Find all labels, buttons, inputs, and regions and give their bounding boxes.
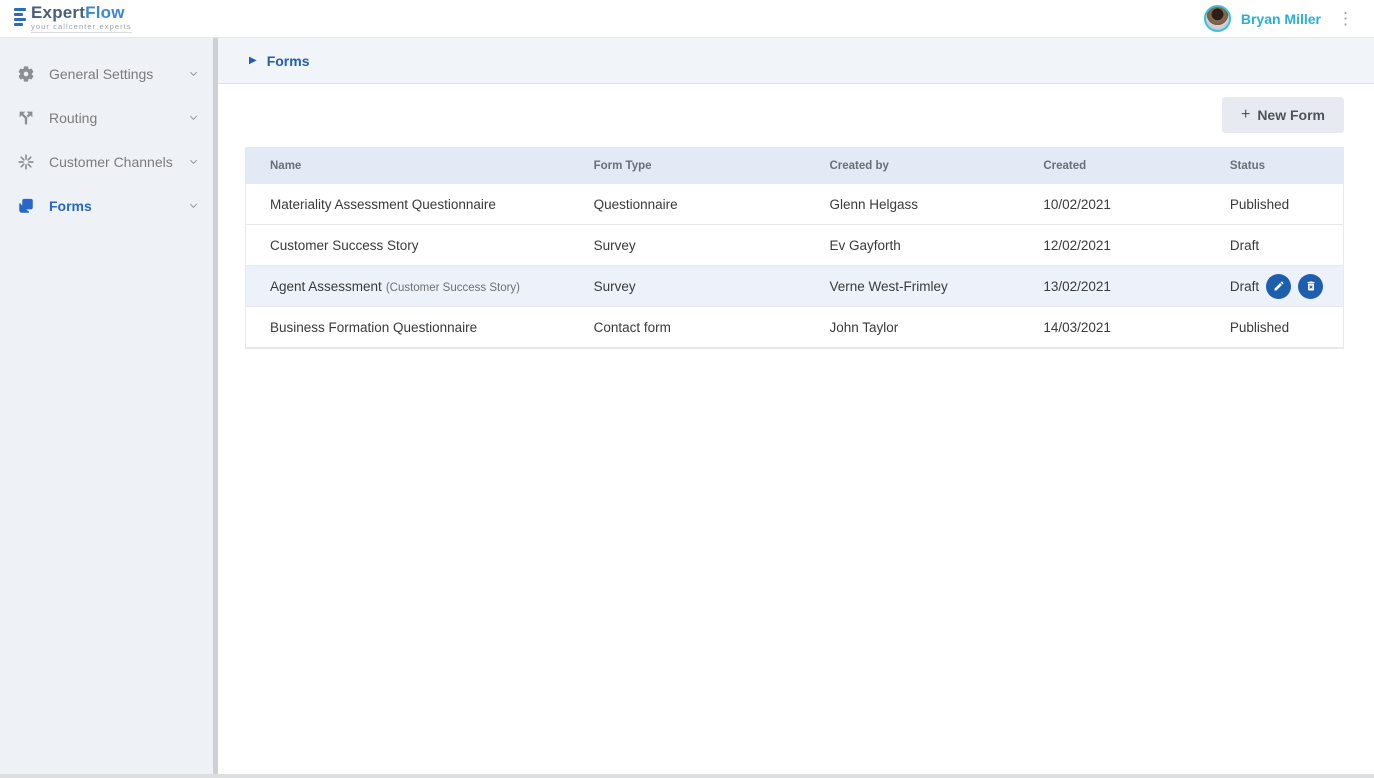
cell-created-by: Verne West-Frimley: [805, 279, 1019, 294]
delete-button[interactable]: [1298, 274, 1323, 299]
chevron-down-icon: [188, 154, 199, 170]
user-area: Bryan Miller ⋮: [1204, 5, 1360, 32]
cell-name: Agent Assessment (Customer Success Story): [246, 279, 570, 294]
avatar[interactable]: [1204, 5, 1231, 32]
column-header-form-type: Form Type: [570, 160, 806, 172]
cell-created: 13/02/2021: [1019, 279, 1205, 294]
table-row[interactable]: Business Formation Questionnaire Contact…: [246, 307, 1343, 348]
horizontal-scrollbar[interactable]: [0, 774, 1374, 778]
status-text: Published: [1230, 197, 1289, 212]
sidebar-item-label: Routing: [49, 110, 188, 126]
sidebar-item-label: Customer Channels: [49, 154, 188, 170]
cell-status: Published: [1206, 197, 1343, 212]
form-name-note: (Customer Success Story): [386, 282, 520, 294]
breadcrumb-label[interactable]: Forms: [267, 53, 310, 69]
column-header-created: Created: [1019, 160, 1205, 172]
column-header-name: Name: [246, 160, 570, 172]
cell-form-type: Survey: [570, 238, 806, 253]
plus-icon: +: [1241, 106, 1250, 124]
sidebar: General Settings Routing Customer Channe…: [0, 38, 213, 774]
channels-hub-icon: [16, 152, 36, 172]
form-name: Agent Assessment: [270, 279, 382, 294]
sidebar-item-label: Forms: [49, 198, 188, 214]
forms-table: Name Form Type Created by Created Status…: [245, 147, 1344, 349]
new-form-label: New Form: [1257, 107, 1325, 123]
chevron-down-icon: [188, 66, 199, 82]
forms-icon: [16, 196, 36, 216]
cell-name: Materiality Assessment Questionnaire: [246, 197, 570, 212]
sidebar-item-label: General Settings: [49, 66, 188, 82]
cell-form-type: Survey: [570, 279, 806, 294]
status-text: Draft: [1230, 238, 1259, 253]
cell-status: Published: [1206, 320, 1343, 335]
cell-name: Customer Success Story: [246, 238, 570, 253]
sidebar-item-forms[interactable]: Forms: [0, 184, 213, 228]
brand-tagline: your callcenter experts: [31, 23, 132, 34]
table-row[interactable]: Customer Success Story Survey Ev Gayfort…: [246, 225, 1343, 266]
cell-name: Business Formation Questionnaire: [246, 320, 570, 335]
gear-icon: [16, 64, 36, 84]
status-text: Published: [1230, 320, 1289, 335]
cell-status: Draft: [1206, 274, 1343, 299]
app-header: ExpertFlow your callcenter experts Bryan…: [0, 0, 1374, 38]
sidebar-item-routing[interactable]: Routing: [0, 96, 213, 140]
breadcrumb-triangle-icon[interactable]: ▶: [249, 55, 257, 66]
cell-created: 10/02/2021: [1019, 197, 1205, 212]
status-text: Draft: [1230, 279, 1259, 294]
table-header-row: Name Form Type Created by Created Status: [246, 147, 1343, 184]
cell-form-type: Questionnaire: [570, 197, 806, 212]
toolbar: + New Form: [218, 84, 1374, 133]
cell-created: 12/02/2021: [1019, 238, 1205, 253]
column-header-status: Status: [1206, 160, 1343, 172]
cell-created-by: Glenn Helgass: [805, 197, 1019, 212]
column-header-created-by: Created by: [805, 160, 1019, 172]
kebab-menu-icon[interactable]: ⋮: [1331, 8, 1360, 29]
cell-created-by: Ev Gayforth: [805, 238, 1019, 253]
sidebar-item-customer-channels[interactable]: Customer Channels: [0, 140, 213, 184]
content-area: ▶ Forms + New Form Name Form Type Create…: [218, 38, 1374, 774]
expertflow-logo[interactable]: ExpertFlow your callcenter experts: [14, 4, 132, 34]
new-form-button[interactable]: + New Form: [1222, 97, 1344, 133]
chevron-down-icon: [188, 110, 199, 126]
chevron-down-icon: [188, 198, 199, 214]
user-name[interactable]: Bryan Miller: [1241, 11, 1321, 27]
table-row[interactable]: Materiality Assessment Questionnaire Que…: [246, 184, 1343, 225]
table-row[interactable]: Agent Assessment (Customer Success Story)…: [246, 266, 1343, 307]
breadcrumb: ▶ Forms: [218, 38, 1374, 84]
cell-created-by: John Taylor: [805, 320, 1019, 335]
routing-icon: [16, 108, 36, 128]
main-layout: General Settings Routing Customer Channe…: [0, 38, 1374, 774]
brand-name: ExpertFlow: [31, 4, 132, 21]
logo-bars-icon: [14, 8, 26, 26]
cell-form-type: Contact form: [570, 320, 806, 335]
cell-created: 14/03/2021: [1019, 320, 1205, 335]
sidebar-item-general-settings[interactable]: General Settings: [0, 52, 213, 96]
cell-status: Draft: [1206, 238, 1343, 253]
edit-button[interactable]: [1266, 274, 1291, 299]
